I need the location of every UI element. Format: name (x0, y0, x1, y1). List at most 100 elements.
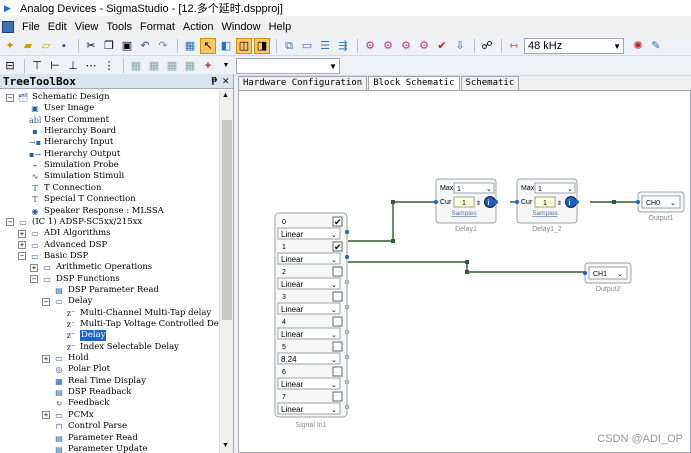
compile-icon[interactable]: ⚙ (398, 38, 414, 54)
layout-b-icon[interactable]: ▭ (299, 38, 315, 54)
sample-rate-select[interactable]: 48 kHz ▼ (524, 37, 624, 54)
zoom-b-icon[interactable]: ▦ (146, 58, 162, 74)
tree-item[interactable]: ◎ Polar Plot (42, 364, 111, 375)
zoom-c-icon[interactable]: ▦ (164, 58, 180, 74)
tree-item[interactable]: z⁻ Multi-Channel Multi-Tap delay (54, 308, 211, 319)
expand-icon[interactable]: + (42, 411, 50, 420)
copy-icon[interactable]: ❐ (101, 38, 117, 54)
align-middle-icon[interactable]: ⊢ (47, 58, 63, 74)
tree-item[interactable]: ▪ Hierarchy Board (18, 126, 116, 137)
tree-item[interactable]: ▤ DSP Readback (42, 387, 131, 398)
collapse-icon[interactable]: − (6, 218, 14, 227)
scroll-up-icon[interactable]: ▲ (222, 92, 229, 99)
expand-icon[interactable]: + (42, 354, 50, 363)
add-icon[interactable]: + (200, 58, 216, 74)
tree-item[interactable]: − ▭ Basic DSP (18, 251, 88, 262)
expand-icon[interactable]: + (30, 263, 38, 272)
add-menu-chevron-icon[interactable]: ▼ (218, 58, 234, 74)
network-icon[interactable]: ☍ (479, 38, 495, 54)
save-icon[interactable]: ▪ (56, 38, 72, 54)
space-icon[interactable]: ⋮ (101, 58, 117, 74)
pin-icon[interactable]: ᵽ (211, 74, 217, 85)
tab-schematic[interactable]: Schematic (460, 76, 520, 90)
zoom-a-icon[interactable]: ▦ (128, 58, 144, 74)
settings-icon[interactable]: ✺ (630, 38, 646, 54)
close-icon[interactable]: ✕ (222, 74, 229, 87)
menu-action[interactable]: Action (179, 21, 218, 33)
info-icon[interactable] (565, 196, 577, 208)
tree-item[interactable]: ▤ Parameter Update (42, 444, 147, 453)
menu-tools[interactable]: Tools (102, 21, 136, 33)
channel-checkbox[interactable] (332, 291, 343, 302)
hierarchy-icon[interactable]: ⇶ (335, 38, 351, 54)
tree-item[interactable]: − ▭ DSP Functions (30, 274, 120, 285)
tree-item[interactable]: ⊓ Control Parse (42, 421, 127, 432)
new-file-icon[interactable]: ✦ (2, 38, 18, 54)
format-select[interactable]: ▼ (236, 57, 340, 74)
panel-center-icon[interactable]: ◫ (236, 37, 252, 54)
tree-item[interactable]: z⁻ Index Selectable Delay (54, 342, 179, 353)
distribute-icon[interactable]: ⋯ (83, 58, 99, 74)
menu-view[interactable]: View (71, 21, 103, 33)
tree-item[interactable]: ↻ Feedback (42, 398, 110, 409)
channel-checkbox[interactable] (332, 266, 343, 277)
expand-icon[interactable]: + (18, 229, 26, 238)
channel-checkbox[interactable] (332, 341, 343, 352)
tab-hardware-configuration[interactable]: Hardware Configuration (238, 76, 368, 90)
tree-item[interactable]: − ▭ Delay (42, 296, 92, 307)
tree-item[interactable]: ▤ Parameter Read (42, 433, 138, 444)
delay-unit-link[interactable]: Samples (532, 210, 558, 217)
document-menu-icon[interactable] (2, 21, 14, 33)
tree-item[interactable]: − 🗂 Schematic Design (6, 92, 110, 103)
tree-scrollbar[interactable]: ▲ ▼ (219, 90, 233, 453)
tree-item[interactable]: ▣ User Image (18, 103, 94, 114)
pointer-tool-icon[interactable]: ↖ (200, 37, 216, 54)
schematic-svg[interactable]: 0 ✔ Linear ⌄ 1 ✔ Linear ⌄ 2 Linear ⌄ 3 Linear ⌄ 4 Linea… (239, 91, 690, 452)
tree-item[interactable]: ◉ Speaker Response : MLSSA (18, 206, 164, 217)
tree-item[interactable]: + ▭ ADI Algorithms (18, 228, 111, 239)
download-icon[interactable]: ⚙ (416, 38, 432, 54)
menu-format[interactable]: Format (136, 21, 179, 33)
schematic-canvas[interactable]: 0 ✔ Linear ⌄ 1 ✔ Linear ⌄ 2 Linear ⌄ 3 Linear ⌄ 4 Linea… (238, 90, 691, 453)
tree-item[interactable]: ∿ Simulation Stimuli (18, 171, 125, 182)
tree-item[interactable]: ▪→ Hierarchy Output (18, 149, 120, 160)
tree-item[interactable]: + ▭ Advanced DSP (18, 240, 107, 251)
scroll-down-icon[interactable]: ▼ (222, 442, 229, 449)
collapse-icon[interactable]: − (6, 93, 14, 102)
tree-item[interactable]: abl User Comment (18, 115, 109, 126)
align-left-icon[interactable]: ⊟ (2, 58, 18, 74)
scrollbar-thumb[interactable] (222, 120, 232, 320)
collapse-icon[interactable]: − (18, 252, 26, 261)
tree-item[interactable]: T T Connection (18, 183, 101, 194)
menu-file[interactable]: File (18, 21, 44, 33)
panel-right-icon[interactable]: ◨ (254, 37, 270, 54)
tree-item[interactable]: T Special T Connection (18, 194, 135, 205)
undo-icon[interactable]: ↶ (137, 38, 153, 54)
tab-block-schematic[interactable]: Block Schematic (368, 76, 460, 91)
menu-help[interactable]: Help (265, 21, 296, 33)
grid-icon[interactable]: ▦ (182, 38, 198, 54)
tree-item[interactable]: + ▭ PCMx (42, 410, 94, 421)
tools-icon[interactable]: ✎ (648, 38, 664, 54)
tree-item[interactable]: + ▭ Arithmetic Operations (30, 262, 152, 273)
link-download-icon[interactable]: ⚙ (380, 38, 396, 54)
tree-item[interactable]: z⁻ Multi-Tap Voltage Controlled Del (54, 319, 219, 330)
tree-item[interactable]: + ▭ Hold (42, 353, 89, 364)
panel-left-icon[interactable]: ◧ (218, 38, 234, 54)
menu-edit[interactable]: Edit (44, 21, 71, 33)
export-icon[interactable]: ⇩ (452, 38, 468, 54)
tree-item[interactable]: z⁻ Delay (54, 330, 107, 342)
cut-icon[interactable]: ✂ (83, 38, 99, 54)
tree-item[interactable]: ▦ Real Time Display (42, 376, 146, 387)
tree-item[interactable]: ⌁ Simulation Probe (18, 160, 119, 171)
tree-item[interactable]: − ▭ (IC 1) ADSP-SC5xx/215xx (6, 217, 142, 228)
menu-window[interactable]: Window (217, 21, 264, 33)
align-top-icon[interactable]: ⊤ (29, 58, 45, 74)
zoom-d-icon[interactable]: ▦ (182, 58, 198, 74)
open-file-icon[interactable]: ▰ (20, 38, 36, 54)
stop-icon[interactable]: ✔ (434, 38, 450, 54)
expand-icon[interactable]: + (18, 241, 26, 250)
redo-icon[interactable]: ↷ (155, 38, 171, 54)
align-bottom-icon[interactable]: ⊥ (65, 58, 81, 74)
channel-checkbox[interactable] (332, 366, 343, 377)
